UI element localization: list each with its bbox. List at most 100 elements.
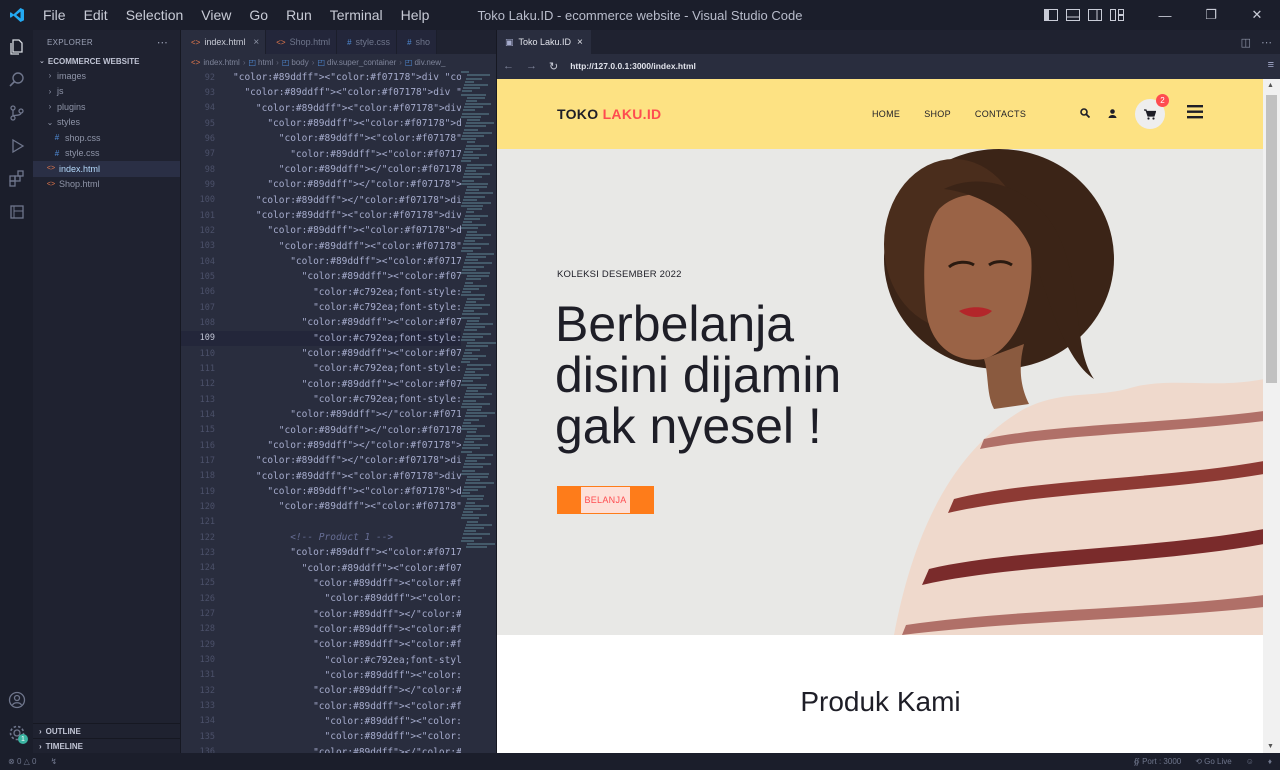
split-editor-icon[interactable]: ◫ xyxy=(1241,36,1251,49)
code-line[interactable]: 99 "color:#89ddff"></"color:#f07178">div… xyxy=(181,177,461,192)
minimize-button[interactable]: — xyxy=(1142,0,1188,30)
code-line[interactable]: 130 "color:#c792ea;font-style:italic">cl… xyxy=(181,652,461,667)
tab-index-html[interactable]: <> index.html × xyxy=(181,30,267,54)
code-line[interactable]: 93 "color:#89ddff"><"color:#f07178">div … xyxy=(181,85,461,100)
code-line[interactable]: 97 "color:#89ddff"><"color:#f07178">h2>P… xyxy=(181,147,461,162)
outline-section[interactable]: › OUTLINE xyxy=(33,723,180,738)
preview-scrollbar[interactable]: ▲ ▼ xyxy=(1263,79,1280,753)
toggle-primary-sidebar-icon[interactable] xyxy=(1040,0,1062,30)
search-icon[interactable] xyxy=(0,63,33,96)
code-line[interactable]: 118 "color:#89ddff"><"color:#f07178">div… xyxy=(181,469,461,484)
restore-button[interactable]: ❐ xyxy=(1188,0,1234,30)
breadcrumb-item[interactable]: div.new_ xyxy=(414,58,445,67)
code-line[interactable]: 131 "color:#89ddff"><"color:#f07178">spa… xyxy=(181,668,461,683)
breadcrumb-item[interactable]: index.html xyxy=(203,58,239,67)
menu-file[interactable]: File xyxy=(34,7,75,23)
code-line[interactable]: 114 "color:#89ddff"></"color:#f07178">ul… xyxy=(181,407,461,422)
breadcrumb-item[interactable]: div.super_container xyxy=(327,58,396,67)
code-line[interactable]: 94 "color:#89ddff"><"color:#f07178">div … xyxy=(181,101,461,116)
hamburger-menu-icon[interactable] xyxy=(1187,105,1203,124)
tree-item-js[interactable]: › js xyxy=(33,84,180,100)
code-line[interactable]: 117 "color:#89ddff"></"color:#f07178">di… xyxy=(181,453,461,468)
menu-terminal[interactable]: Terminal xyxy=(321,7,392,23)
code-line[interactable]: 122 <!-- Product 1 --> xyxy=(181,530,461,545)
tab-preview[interactable]: ▣ Toko Laku.ID × xyxy=(497,30,591,54)
breadcrumb-item[interactable]: html xyxy=(258,58,273,67)
tab-style-css[interactable]: # style.css xyxy=(337,30,398,54)
tree-item-plugins[interactable]: › plugins xyxy=(33,99,180,115)
nav-contacts-link[interactable]: CONTACTS xyxy=(975,109,1026,119)
code-line[interactable]: 129 "color:#89ddff"><"color:#f07178">div xyxy=(181,637,461,652)
code-line[interactable]: 119 "color:#89ddff"><"color:#f07178">div… xyxy=(181,484,461,499)
shop-now-button[interactable]: BELANJA xyxy=(557,486,654,514)
browser-menu-icon[interactable]: ≡ xyxy=(1268,59,1274,71)
code-line[interactable]: 96 "color:#89ddff"><"color:#f07178">div … xyxy=(181,131,461,146)
toggle-panel-icon[interactable] xyxy=(1062,0,1084,30)
menu-selection[interactable]: Selection xyxy=(117,7,193,23)
code-line[interactable]: 113 "color:#c792ea;font-style:italic">da… xyxy=(181,392,461,407)
menu-view[interactable]: View xyxy=(192,7,240,23)
user-icon[interactable] xyxy=(1108,105,1117,123)
accounts-icon[interactable] xyxy=(0,683,33,716)
more-actions-icon[interactable]: ⋯ xyxy=(1261,36,1272,49)
code-line[interactable]: 92 "color:#89ddff"><"color:#f07178">div "… xyxy=(181,70,461,85)
forward-arrow-icon[interactable]: → xyxy=(526,60,537,72)
code-line[interactable]: 116 "color:#89ddff"></"color:#f07178">di… xyxy=(181,438,461,453)
source-control-icon[interactable] xyxy=(0,96,33,129)
code-line[interactable]: 110 "color:#89ddff"><"color:#f07178">li … xyxy=(181,346,461,361)
code-line[interactable]: 125 "color:#89ddff"><"color:#f07178">div… xyxy=(181,576,461,591)
close-tab-icon[interactable]: × xyxy=(577,37,583,48)
cart-button[interactable]: 2 xyxy=(1135,94,1169,129)
tree-item-style-css[interactable]: # style.css xyxy=(33,146,180,162)
menu-go[interactable]: Go xyxy=(240,7,277,23)
explorer-icon[interactable] xyxy=(0,30,33,63)
tab-shop-html[interactable]: <> Shop.html xyxy=(266,30,338,54)
remote-explorer-icon[interactable] xyxy=(0,195,33,228)
nav-shop-link[interactable]: SHOP xyxy=(924,109,951,119)
search-icon[interactable] xyxy=(1080,105,1091,123)
code-line[interactable]: 106 "color:#c792ea;font-style:italic">cl… xyxy=(181,285,461,300)
code-line[interactable]: 133 "color:#89ddff"><"color:#f07178">div… xyxy=(181,698,461,713)
code-line[interactable]: 124 "color:#89ddff"><"color:#f07178">div… xyxy=(181,561,461,576)
extensions-icon[interactable] xyxy=(0,162,33,195)
menu-run[interactable]: Run xyxy=(277,7,321,23)
notifications-icon[interactable]: ♦ xyxy=(1268,757,1272,766)
code-line[interactable]: 126 "color:#89ddff"><"color:#f07178">img… xyxy=(181,591,461,606)
code-line[interactable]: 135 "color:#89ddff"><"color:#f07178">div… xyxy=(181,729,461,744)
toggle-secondary-sidebar-icon[interactable] xyxy=(1084,0,1106,30)
code-line[interactable]: 120 "color:#89ddff"><"color:#f07178">div… xyxy=(181,499,461,514)
code-line[interactable]: 101 "color:#89ddff"><"color:#f07178">div… xyxy=(181,208,461,223)
code-line[interactable]: 136 "color:#89ddff"></"color:#f07178">di… xyxy=(181,744,461,753)
tree-item-shop-html[interactable]: <> Shop.html xyxy=(33,177,180,193)
code-line[interactable]: 111 "color:#c792ea;font-style:italic">da… xyxy=(181,361,461,376)
url-field[interactable]: http://127.0.0.1:3000/index.html xyxy=(570,61,696,71)
scrollbar-thumb[interactable] xyxy=(1266,95,1277,383)
code-line[interactable]: 115 "color:#89ddff"></"color:#f07178">di… xyxy=(181,423,461,438)
code-line[interactable]: 103 "color:#89ddff"><"color:#f07178">div… xyxy=(181,239,461,254)
code-line[interactable]: 100 "color:#89ddff"></"color:#f07178">di… xyxy=(181,193,461,208)
code-line[interactable]: 105 "color:#89ddff"><"color:#f07178">li xyxy=(181,269,461,284)
close-tab-icon[interactable]: × xyxy=(253,37,259,48)
close-window-button[interactable]: ✕ xyxy=(1234,0,1280,30)
tree-item-shop-css[interactable]: # shop.css xyxy=(33,130,180,146)
code-line[interactable]: 109 "color:#c792ea;font-style:italic">da… xyxy=(181,330,461,346)
code-area[interactable]: 92 "color:#89ddff"><"color:#f07178">div "… xyxy=(181,70,461,753)
code-line[interactable]: 107 "color:#c792ea;font-style:italic">da… xyxy=(181,300,461,315)
code-line[interactable]: 108 "color:#89ddff"><"color:#f07178">li … xyxy=(181,315,461,330)
more-actions-icon[interactable]: ⋯ xyxy=(157,36,168,49)
tab-shop-css[interactable]: # sho xyxy=(397,30,438,54)
scroll-up-arrow-icon[interactable]: ▲ xyxy=(1267,82,1274,89)
code-line[interactable]: 98 "color:#89ddff"></"color:#f07178">div… xyxy=(181,162,461,177)
timeline-section[interactable]: › TIMELINE xyxy=(33,738,180,753)
minimap[interactable] xyxy=(461,70,496,753)
menu-help[interactable]: Help xyxy=(392,7,439,23)
code-line[interactable]: 112 "color:#89ddff"><"color:#f07178">li … xyxy=(181,377,461,392)
scroll-down-arrow-icon[interactable]: ▼ xyxy=(1267,743,1274,750)
code-line[interactable]: 121 xyxy=(181,515,461,530)
code-line[interactable]: 104 "color:#89ddff"><"color:#f07178">ul … xyxy=(181,254,461,269)
feedback-icon[interactable]: ☺ xyxy=(1246,757,1254,766)
code-line[interactable]: 123 "color:#89ddff"><"color:#f07178">div… xyxy=(181,545,461,560)
code-line[interactable]: 132 "color:#89ddff"></"color:#f07178">di… xyxy=(181,683,461,698)
code-line[interactable]: 127 "color:#89ddff"></"color:#f07178">di… xyxy=(181,606,461,621)
project-folder-header[interactable]: ⌄ ECOMMERCE WEBSITE xyxy=(33,54,180,68)
